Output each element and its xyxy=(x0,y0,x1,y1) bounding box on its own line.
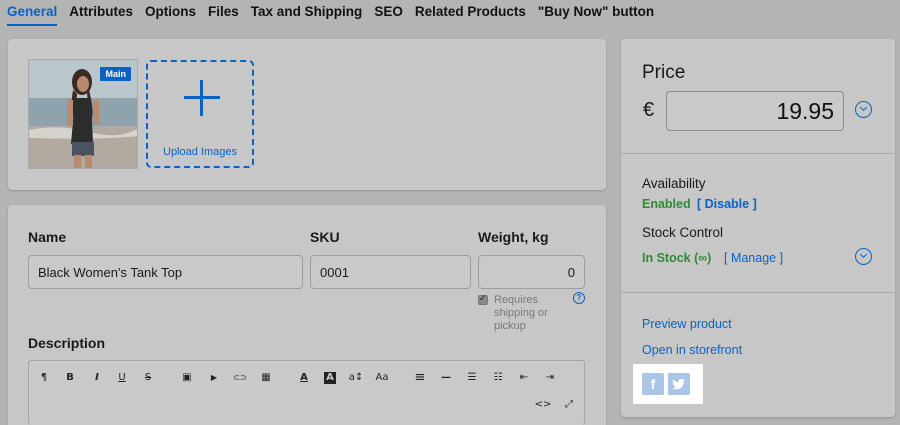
main-image-badge: Main xyxy=(100,67,131,81)
twitter-bird-icon xyxy=(672,378,685,390)
open-in-storefront-link[interactable]: Open in storefront xyxy=(642,343,742,357)
availability-status: Enabled xyxy=(642,197,691,211)
upload-images-label: Upload Images xyxy=(163,146,237,158)
unordered-list-icon[interactable]: ☰ xyxy=(464,371,480,385)
insert-video-icon[interactable]: ▶ xyxy=(206,371,222,385)
sku-label: SKU xyxy=(310,229,340,245)
insert-link-icon[interactable]: ⊂⊃ xyxy=(231,371,249,385)
insert-table-icon[interactable]: ▦ xyxy=(258,371,274,385)
fullscreen-icon[interactable]: ⤢ xyxy=(561,398,577,412)
product-image-thumbnail[interactable]: Main xyxy=(28,59,138,169)
price-divider xyxy=(622,153,894,154)
preview-product-link[interactable]: Preview product xyxy=(642,317,732,331)
description-editor[interactable]: ¶ B I U S ▣ ▶ ⊂⊃ ▦ A A a↕ Aa ≡ — ☰ ☷ ⇤ ⇥… xyxy=(28,360,585,425)
manage-stock-link[interactable]: [ Manage ] xyxy=(724,251,783,265)
requires-shipping-label: Requires shipping or pickup xyxy=(494,294,548,332)
ordered-list-icon[interactable]: ☷ xyxy=(490,371,506,385)
sku-field[interactable]: 0001 xyxy=(310,255,471,289)
bold-icon[interactable]: B xyxy=(62,371,78,385)
italic-icon[interactable]: I xyxy=(89,371,105,385)
weight-field[interactable]: 0 xyxy=(478,255,585,289)
facebook-icon[interactable]: f xyxy=(642,373,664,395)
price-options-chevron-icon[interactable] xyxy=(855,101,872,118)
tab-general[interactable]: General xyxy=(7,0,58,26)
stock-control-label: Stock Control xyxy=(642,225,724,240)
currency-symbol: € xyxy=(643,99,655,121)
upload-images-button[interactable]: Upload Images xyxy=(146,60,254,168)
weight-label: Weight, kg xyxy=(478,229,549,245)
disable-link[interactable]: [ Disable ] xyxy=(697,197,757,211)
horizontal-line-icon[interactable]: — xyxy=(438,371,454,385)
tab-files[interactable]: Files xyxy=(208,0,239,26)
price-input[interactable]: 19.95 xyxy=(666,91,844,131)
strikethrough-icon[interactable]: S xyxy=(140,371,156,385)
name-label: Name xyxy=(28,229,67,245)
tab-bar: General Attributes Options Files Tax and… xyxy=(0,0,900,26)
stock-options-chevron-icon[interactable] xyxy=(855,248,872,265)
availability-label: Availability xyxy=(642,176,706,191)
description-label: Description xyxy=(28,335,106,351)
help-icon[interactable]: ? xyxy=(573,292,585,304)
social-share-panel: f xyxy=(633,364,703,404)
tab-related-products[interactable]: Related Products xyxy=(415,0,526,26)
stock-divider xyxy=(622,292,894,293)
twitter-icon[interactable] xyxy=(668,373,690,395)
insert-image-icon[interactable]: ▣ xyxy=(179,371,195,385)
font-size-icon[interactable]: a↕ xyxy=(347,371,365,385)
outdent-icon[interactable]: ⇤ xyxy=(516,371,532,385)
background-color-icon[interactable]: A xyxy=(324,372,336,384)
name-field[interactable]: Black Women's Tank Top xyxy=(28,255,303,289)
indent-icon[interactable]: ⇥ xyxy=(542,371,558,385)
tab-attributes[interactable]: Attributes xyxy=(69,0,133,26)
requires-shipping-checkbox[interactable] xyxy=(478,293,488,305)
align-icon[interactable]: ≡ xyxy=(412,371,428,385)
tab-buy-now-button[interactable]: "Buy Now" button xyxy=(538,0,654,26)
tab-seo[interactable]: SEO xyxy=(374,0,403,26)
paragraph-format-icon[interactable]: ¶ xyxy=(36,371,52,385)
code-view-icon[interactable]: <> xyxy=(534,398,552,412)
text-color-icon[interactable]: A xyxy=(296,371,312,385)
tab-options[interactable]: Options xyxy=(145,0,196,26)
plus-icon xyxy=(184,80,220,116)
price-title: Price xyxy=(642,62,686,83)
font-family-icon[interactable]: Aa xyxy=(374,371,390,385)
underline-icon[interactable]: U xyxy=(114,371,130,385)
tab-tax-and-shipping[interactable]: Tax and Shipping xyxy=(251,0,363,26)
stock-status: In Stock (∞) xyxy=(642,251,712,265)
